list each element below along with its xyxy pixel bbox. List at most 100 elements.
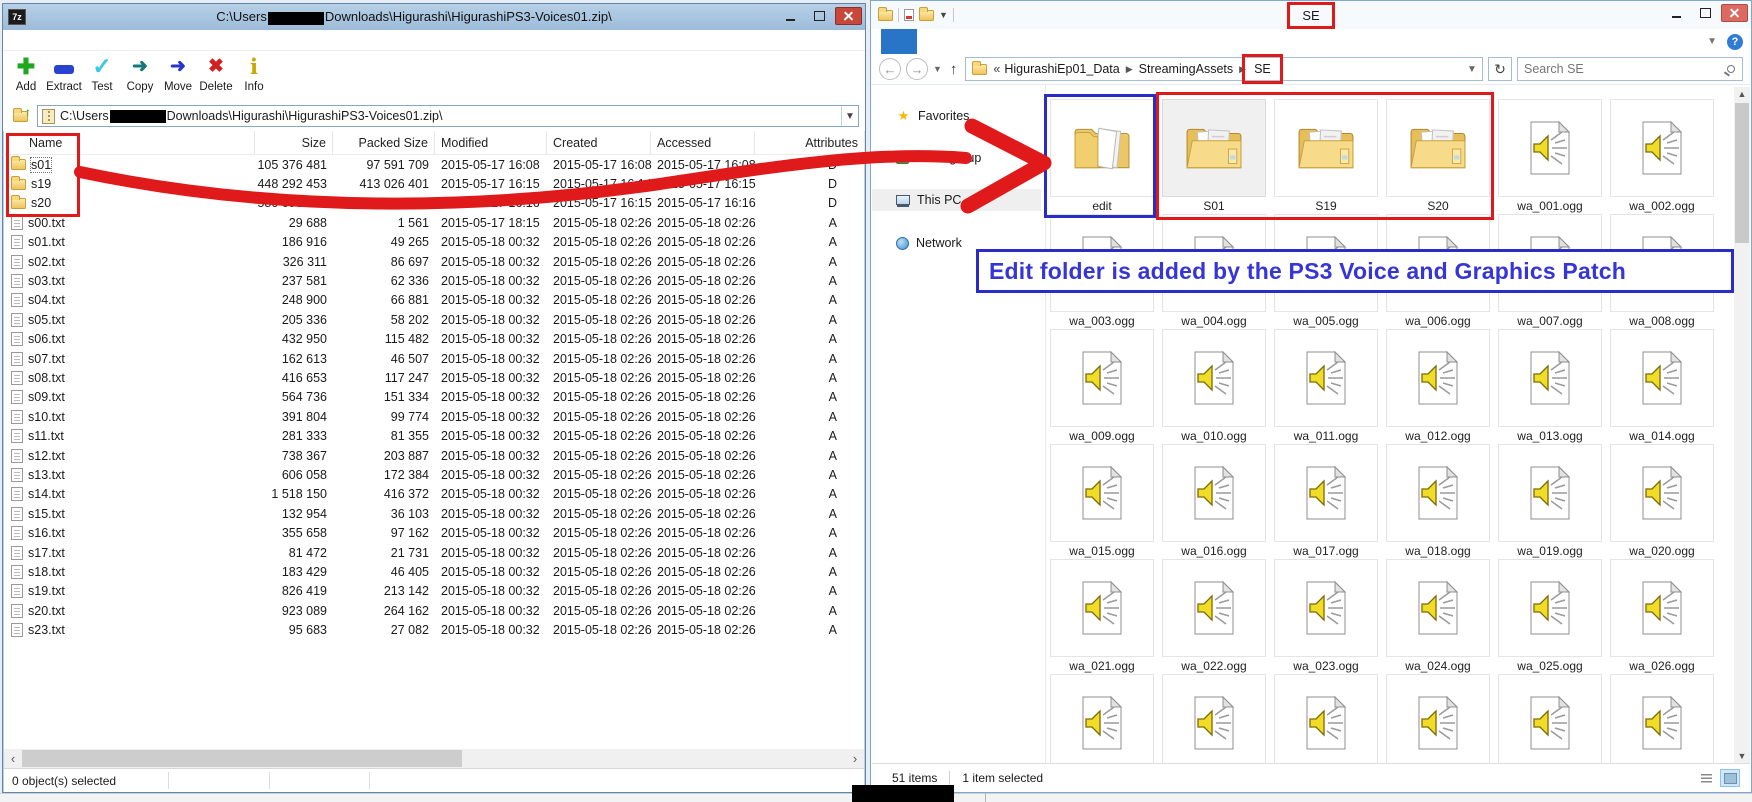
toolbar-button[interactable]: Copy — [121, 53, 159, 93]
file-tile-box[interactable] — [1498, 559, 1602, 657]
file-tile[interactable]: wa_021.ogg — [1050, 559, 1154, 674]
file-tile[interactable]: wa_023.ogg — [1274, 559, 1378, 674]
file-tile[interactable]: wa_016.ogg — [1162, 444, 1266, 559]
file-tile[interactable] — [1386, 674, 1490, 763]
address-dropdown-icon[interactable]: ▼ — [1463, 59, 1481, 79]
minimize-button[interactable] — [777, 7, 804, 25]
file-tile[interactable]: wa_002.ogg — [1610, 99, 1714, 214]
file-tile[interactable]: wa_026.ogg — [1610, 559, 1714, 674]
column-header-accessed[interactable]: Accessed — [651, 131, 755, 154]
file-tile-box[interactable] — [1386, 559, 1490, 657]
scroll-up-icon[interactable]: ▲ — [1734, 87, 1750, 101]
file-tile[interactable]: wa_009.ogg — [1050, 329, 1154, 444]
back-button[interactable]: ← — [879, 58, 901, 80]
file-tile-box[interactable] — [1386, 99, 1490, 197]
file-tile[interactable] — [1050, 674, 1154, 763]
file-tile[interactable]: wa_014.ogg — [1610, 329, 1714, 444]
column-header-name[interactable]: Name — [3, 131, 255, 154]
file-row[interactable]: s16.txt 355 658 97 162 2015-05-18 00:32 … — [3, 523, 865, 542]
file-tile-box[interactable] — [1274, 559, 1378, 657]
file-row[interactable]: s04.txt 248 900 66 881 2015-05-18 00:32 … — [3, 291, 865, 310]
toolbar-button[interactable]: Add — [7, 53, 45, 93]
ribbon-tab[interactable] — [945, 29, 973, 54]
close-button[interactable] — [1721, 4, 1748, 22]
address-bar[interactable]: « HigurashiEp01_Data ▶ StreamingAssets ▶… — [965, 57, 1483, 81]
sidebar-item[interactable]: This PC — [872, 189, 1041, 211]
scrollbar-thumb[interactable] — [22, 750, 462, 767]
file-row[interactable]: s12.txt 738 367 203 887 2015-05-18 00:32… — [3, 446, 865, 465]
file-tile[interactable] — [1274, 674, 1378, 763]
chevron-down-icon[interactable]: ▼ — [841, 106, 858, 126]
file-tile[interactable]: wa_018.ogg — [1386, 444, 1490, 559]
file-row[interactable]: s19 448 292 453 413 026 401 2015-05-17 1… — [3, 174, 865, 193]
breadcrumb-item[interactable]: StreamingAssets — [1139, 62, 1233, 76]
file-tile-box[interactable] — [1610, 99, 1714, 197]
scroll-right-icon[interactable]: › — [846, 749, 864, 768]
minimize-button[interactable] — [1663, 4, 1690, 22]
search-box[interactable] — [1517, 57, 1743, 81]
file-tile-box[interactable] — [1050, 559, 1154, 657]
file-tile[interactable]: wa_010.ogg — [1162, 329, 1266, 444]
scrollbar-thumb[interactable] — [1735, 103, 1749, 243]
file-row[interactable]: s01 105 376 481 97 591 709 2015-05-17 16… — [3, 155, 865, 174]
sidebar-item[interactable]: Homegroup — [872, 147, 1041, 169]
file-tile-box[interactable] — [1498, 99, 1602, 197]
file-row[interactable]: s03.txt 237 581 62 336 2015-05-18 00:32 … — [3, 271, 865, 290]
chevron-right-icon[interactable]: ▶ — [1239, 64, 1246, 75]
refresh-button[interactable]: ↻ — [1488, 57, 1512, 81]
ribbon-tab[interactable] — [917, 29, 945, 54]
file-tile[interactable]: wa_022.ogg — [1162, 559, 1266, 674]
file-tile[interactable]: wa_024.ogg — [1386, 559, 1490, 674]
file-row[interactable]: s19.txt 826 419 213 142 2015-05-18 00:32… — [3, 582, 865, 601]
file-tile-box[interactable] — [1610, 559, 1714, 657]
ribbon-tab[interactable] — [881, 29, 917, 54]
file-tile[interactable]: wa_020.ogg — [1610, 444, 1714, 559]
file-tile-box[interactable] — [1498, 444, 1602, 542]
file-row[interactable]: s02.txt 326 311 86 697 2015-05-18 00:32 … — [3, 252, 865, 271]
file-row[interactable]: s10.txt 391 804 99 774 2015-05-18 00:32 … — [3, 407, 865, 426]
ribbon-expand-icon[interactable]: ▼ — [1707, 36, 1717, 47]
file-row[interactable]: s14.txt 1 518 150 416 372 2015-05-18 00:… — [3, 485, 865, 504]
file-tile-box[interactable] — [1162, 99, 1266, 197]
file-tile-box[interactable] — [1050, 99, 1154, 197]
file-tile[interactable]: wa_012.ogg — [1386, 329, 1490, 444]
file-row[interactable]: s06.txt 432 950 115 482 2015-05-18 00:32… — [3, 330, 865, 349]
column-header-packed-size[interactable]: Packed Size — [333, 131, 435, 154]
toolbar-button[interactable]: Extract — [45, 53, 83, 93]
file-tile-box[interactable] — [1386, 329, 1490, 427]
parent-folder-button[interactable]: ↑ — [9, 105, 31, 127]
scroll-left-icon[interactable]: ‹ — [4, 749, 22, 768]
file-tile-box[interactable] — [1610, 444, 1714, 542]
file-tile-box[interactable] — [1162, 444, 1266, 542]
file-row[interactable]: s13.txt 606 058 172 384 2015-05-18 00:32… — [3, 465, 865, 484]
file-tile[interactable]: S01 — [1162, 99, 1266, 214]
file-tile-box[interactable] — [1162, 674, 1266, 763]
file-tile-box[interactable] — [1386, 444, 1490, 542]
file-tile[interactable]: wa_001.ogg — [1498, 99, 1602, 214]
file-tile-box[interactable] — [1274, 99, 1378, 197]
file-tile-box[interactable] — [1050, 329, 1154, 427]
file-tile[interactable]: edit — [1050, 99, 1154, 214]
file-tile[interactable]: wa_013.ogg — [1498, 329, 1602, 444]
toolbar-button[interactable]: Info — [235, 53, 273, 93]
column-header-modified[interactable]: Modified — [435, 131, 547, 154]
ribbon-tab[interactable] — [973, 29, 1001, 54]
column-header-size[interactable]: Size — [255, 131, 333, 154]
up-button[interactable]: ↑ — [950, 61, 958, 78]
file-row[interactable]: s20.txt 923 089 264 162 2015-05-18 00:32… — [3, 601, 865, 620]
toolbar-button[interactable]: Test — [83, 53, 121, 93]
help-icon[interactable]: ? — [1727, 34, 1743, 50]
file-tile[interactable]: S20 — [1386, 99, 1490, 214]
file-row[interactable]: s09.txt 564 736 151 334 2015-05-18 00:32… — [3, 388, 865, 407]
sevenzip-path-combobox[interactable]: C:\Users Downloads\Higurashi\HigurashiPS… — [37, 105, 859, 127]
file-row[interactable]: s23.txt 95 683 27 082 2015-05-18 00:32 2… — [3, 620, 865, 639]
breadcrumb-collapse[interactable]: « — [993, 62, 1000, 76]
file-tile-box[interactable] — [1274, 329, 1378, 427]
file-row[interactable]: s01.txt 186 916 49 265 2015-05-18 00:32 … — [3, 233, 865, 252]
file-tile[interactable]: wa_019.ogg — [1498, 444, 1602, 559]
file-row[interactable]: s07.txt 162 613 46 507 2015-05-18 00:32 … — [3, 349, 865, 368]
file-tile[interactable] — [1162, 674, 1266, 763]
recent-locations-icon[interactable]: ▼ — [933, 64, 942, 74]
file-tile-box[interactable] — [1498, 674, 1602, 763]
chevron-right-icon[interactable]: ▶ — [1126, 64, 1133, 75]
